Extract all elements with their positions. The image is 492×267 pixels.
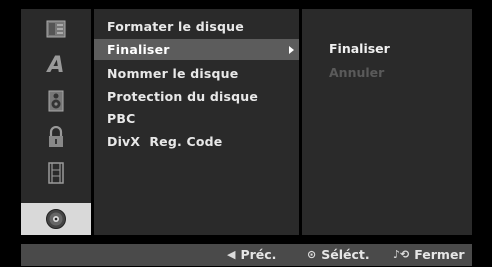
menu-item-pbc[interactable]: PBC xyxy=(94,108,299,129)
lock-icon[interactable] xyxy=(21,121,91,153)
category-sidebar: A xyxy=(21,9,91,235)
menu-item-label: Formater le disque xyxy=(107,19,244,34)
language-glyph: A xyxy=(47,52,65,78)
menu-item-divx-reg-code[interactable]: DivX Reg. Code xyxy=(94,131,299,152)
menu-item-label: PBC xyxy=(107,111,136,126)
menu-item-label: Finaliser xyxy=(107,42,170,57)
select-hint[interactable]: ⊙ Séléct. xyxy=(307,244,370,266)
option-finaliser[interactable]: Finaliser xyxy=(329,41,390,56)
disc-menu-icon[interactable] xyxy=(21,13,91,45)
disc-settings-icon[interactable] xyxy=(21,203,91,235)
menu-item-label: Nommer le disque xyxy=(107,66,239,81)
menu-item-label: DivX Reg. Code xyxy=(107,134,223,149)
option-annuler: Annuler xyxy=(329,65,385,80)
close-label: Fermer xyxy=(414,247,465,262)
main-menu-panel: Formater le disque Finaliser Nommer le d… xyxy=(94,9,299,235)
audio-speaker-icon[interactable] xyxy=(21,85,91,117)
menu-item-label: Protection du disque xyxy=(107,89,259,104)
menu-item-formater[interactable]: Formater le disque xyxy=(94,16,299,37)
submenu-panel: Finaliser Annuler xyxy=(302,9,472,235)
navigation-bar: ◀ Préc. ⊙ Séléct. ♪⟲ Fermer xyxy=(21,244,472,266)
prev-hint[interactable]: ◀ Préc. xyxy=(227,244,276,266)
menu-item-nommer[interactable]: Nommer le disque xyxy=(94,63,299,84)
setup-menu-screen: A Formater le disque Finaliser Nommer le… xyxy=(0,0,492,267)
select-label: Séléct. xyxy=(321,247,370,262)
prev-label: Préc. xyxy=(240,247,277,262)
language-icon[interactable]: A xyxy=(21,49,91,81)
left-arrow-icon: ◀ xyxy=(227,248,236,261)
enter-button-icon: ⊙ xyxy=(307,248,317,261)
menu-item-finaliser[interactable]: Finaliser xyxy=(94,39,299,60)
film-record-icon[interactable] xyxy=(21,157,91,189)
return-icon: ♪⟲ xyxy=(393,248,410,261)
menu-item-protection[interactable]: Protection du disque xyxy=(94,86,299,107)
close-hint[interactable]: ♪⟲ Fermer xyxy=(393,244,465,266)
submenu-arrow-icon xyxy=(289,46,294,54)
